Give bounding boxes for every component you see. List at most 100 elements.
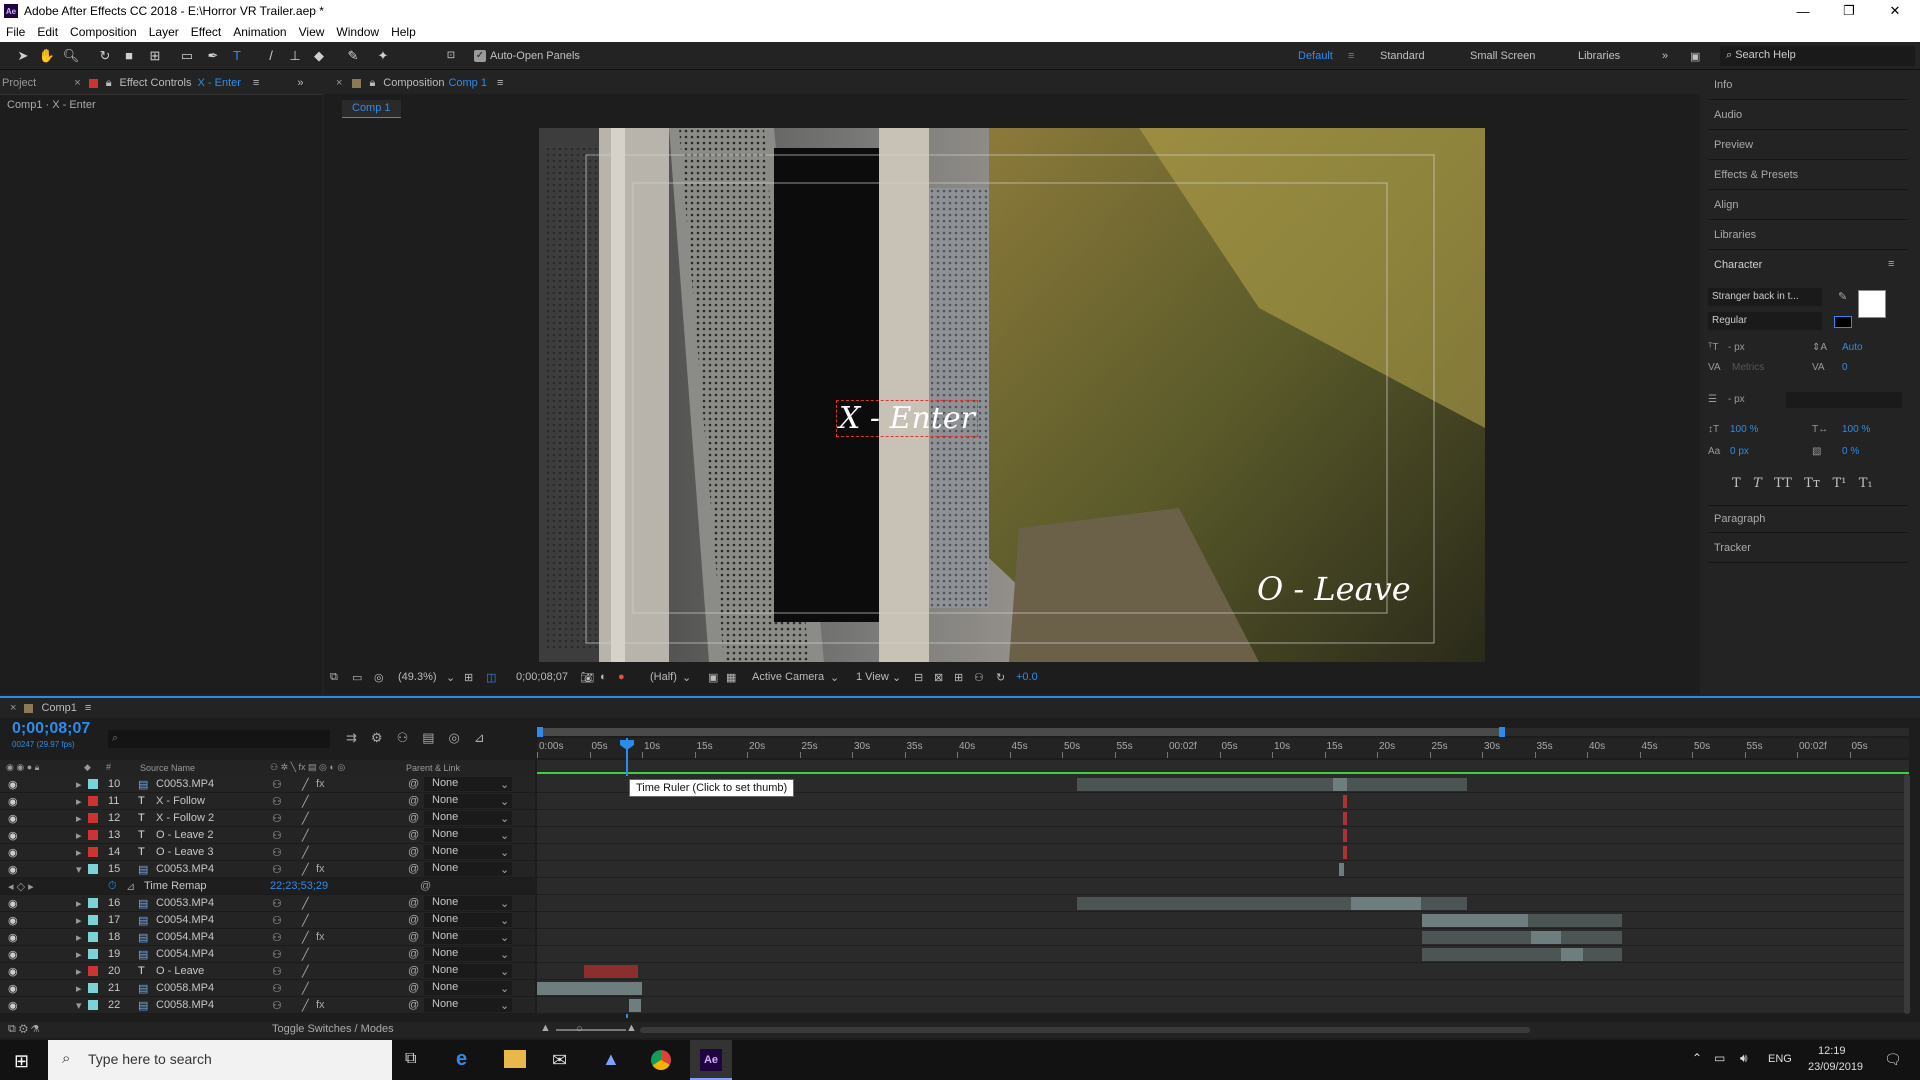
search-help-input[interactable]: ⌕ Search Help	[1720, 46, 1915, 66]
expand-arrow-icon[interactable]: ▸	[76, 795, 82, 808]
layer-row[interactable]: ◉ ▸ 10 ▤ C0053.MP4 ⚇ ╱ fx @ None ⌄	[0, 776, 535, 793]
quality-switch-icon[interactable]: ╱	[302, 812, 309, 825]
timeline-horizontal-scrollbar[interactable]	[640, 1027, 1530, 1033]
quality-switch-icon[interactable]: ╱	[302, 846, 309, 859]
kerning-value[interactable]: Metrics	[1732, 362, 1764, 373]
effect-switch-icon[interactable]: fx	[316, 778, 325, 790]
language-indicator[interactable]: ENG	[1768, 1053, 1792, 1065]
shy-switch-icon[interactable]: ⚇	[272, 982, 282, 995]
layer-name[interactable]: C0053.MP4	[156, 778, 214, 790]
chevron-down-icon[interactable]: ⌄	[500, 931, 509, 944]
chevron-down-icon[interactable]: ⌄	[892, 671, 901, 684]
chevron-down-icon[interactable]: ⌄	[500, 999, 509, 1012]
fast-previews-icon[interactable]: ⊠	[934, 671, 943, 684]
label-color-swatch[interactable]	[88, 864, 98, 874]
layer-row[interactable]: ◉ ▸ 17 ▤ C0054.MP4 ⚇ ╱ @ None ⌄	[0, 912, 535, 929]
zoom-tool-icon[interactable]: 🔍︎	[62, 47, 80, 65]
mail-icon[interactable]: ✉	[552, 1050, 567, 1071]
layer-name[interactable]: O - Leave 2	[156, 829, 213, 841]
pickwhip-icon[interactable]: @	[408, 812, 419, 824]
parent-dropdown[interactable]: None	[424, 964, 512, 978]
chrome-icon[interactable]	[651, 1050, 671, 1070]
effect-switch-icon[interactable]: fx	[316, 999, 325, 1011]
quality-switch-icon[interactable]: ╱	[302, 778, 309, 791]
track-row[interactable]	[537, 844, 1909, 861]
chevron-down-icon[interactable]: ⌄	[500, 846, 509, 859]
shy-switch-icon[interactable]: ⚇	[272, 846, 282, 859]
workspace-standard[interactable]: Standard	[1380, 50, 1425, 62]
visibility-eye-icon[interactable]: ◉	[8, 931, 18, 944]
faux-italic-button[interactable]: T	[1753, 476, 1762, 491]
expand-arrow-icon[interactable]: ▸	[76, 897, 82, 910]
layer-row[interactable]: ◉ ▸ 18 ▤ C0054.MP4 ⚇ ╱ fx @ None ⌄	[0, 929, 535, 946]
resolution-dropdown[interactable]: (Half)	[650, 671, 677, 683]
track-row[interactable]	[537, 895, 1909, 912]
chevron-down-icon[interactable]: ⌄	[500, 948, 509, 961]
visibility-eye-icon[interactable]: ◉	[8, 863, 18, 876]
label-color-swatch[interactable]	[88, 1000, 98, 1010]
parent-dropdown[interactable]: None	[424, 845, 512, 859]
layer-row[interactable]: ◉ ▾ 15 ▤ C0053.MP4 ⚇ ╱ fx @ None ⌄	[0, 861, 535, 878]
close-button[interactable]: ✕	[1872, 0, 1918, 22]
layer-row[interactable]: ◉ ▾ 22 ▤ C0058.MP4 ⚇ ╱ fx @ None ⌄	[0, 997, 535, 1014]
quality-switch-icon[interactable]: ╱	[302, 863, 309, 876]
graph-editor-icon[interactable]: ⊿	[474, 730, 499, 745]
shy-switch-icon[interactable]: ⚇	[272, 914, 282, 927]
time-ruler[interactable]: 0:00s 05s 10s 15s 20s 25s 30s 35s 40s 45s 50s 55s 00…	[537, 738, 1909, 758]
lock-icon[interactable]: 🔒︎	[369, 77, 375, 90]
layer-bar[interactable]	[1422, 914, 1528, 927]
layer-bar[interactable]	[1333, 778, 1347, 791]
minimize-button[interactable]: —	[1780, 0, 1826, 22]
chevron-down-icon[interactable]: ⌄	[830, 671, 839, 684]
parent-link-header[interactable]: Parent & Link	[406, 763, 460, 773]
pickwhip-icon[interactable]: @	[408, 982, 419, 994]
expand-arrow-icon[interactable]: ▸	[76, 931, 82, 944]
puppet-tool-icon[interactable]: ✦	[374, 47, 392, 65]
graph-icon[interactable]: ⊿	[126, 880, 135, 893]
stopwatch-icon[interactable]: ⏱	[108, 880, 117, 893]
label-color-swatch[interactable]	[88, 932, 98, 942]
eraser-tool-icon[interactable]: ◆	[310, 47, 328, 65]
layer-bar[interactable]	[537, 982, 642, 995]
quality-switch-icon[interactable]: ╱	[302, 965, 309, 978]
panel-menu-icon[interactable]: ≡	[1888, 258, 1894, 270]
chevron-down-icon[interactable]: ⌄	[500, 982, 509, 995]
file-explorer-icon[interactable]	[504, 1050, 526, 1068]
tab-project[interactable]: Project	[2, 77, 36, 89]
label-color-swatch[interactable]	[88, 983, 98, 993]
shy-layers-icon[interactable]: ⚇	[397, 730, 423, 745]
quality-switch-icon[interactable]: ╱	[302, 999, 309, 1012]
clone-stamp-tool-icon[interactable]: ⊥	[286, 47, 304, 65]
track-row[interactable]	[537, 963, 1909, 980]
current-time[interactable]: 0;00;08;07	[516, 671, 568, 683]
visibility-eye-icon[interactable]: ◉	[8, 948, 18, 961]
visibility-eye-icon[interactable]: ◉	[8, 829, 18, 842]
snapshot-icon[interactable]: 📷︎	[580, 671, 594, 684]
panel-libraries[interactable]: Libraries	[1708, 222, 1908, 250]
layer-name[interactable]: X - Follow	[156, 795, 205, 807]
layer-row[interactable]: ◉ ▸ 12 T X - Follow 2 ⚇ ╱ @ None ⌄	[0, 810, 535, 827]
stroke-width-value[interactable]: - px	[1728, 394, 1745, 405]
chevron-down-icon[interactable]: ⌄	[682, 671, 691, 684]
expand-arrow-icon[interactable]: ▸	[76, 914, 82, 927]
layer-bar[interactable]	[1351, 897, 1421, 910]
quality-switch-icon[interactable]: ╱	[302, 914, 309, 927]
pan-behind-tool-icon[interactable]: ⊞	[146, 47, 164, 65]
quality-switch-icon[interactable]: ╱	[302, 931, 309, 944]
shy-switch-icon[interactable]: ⚇	[272, 999, 282, 1012]
expand-arrow-icon[interactable]: ▾	[76, 863, 82, 876]
visibility-eye-icon[interactable]: ◉	[8, 795, 18, 808]
close-tab-icon[interactable]: ×	[336, 77, 342, 89]
tracking-value[interactable]: 0	[1842, 362, 1848, 373]
panel-menu-icon[interactable]: ≡	[253, 77, 259, 89]
parent-dropdown[interactable]: None	[424, 794, 512, 808]
panel-effects-presets[interactable]: Effects & Presets	[1708, 162, 1908, 190]
all-caps-button[interactable]: TT	[1774, 476, 1792, 491]
grid-icon[interactable]: ⊞	[464, 671, 473, 684]
layer-row[interactable]: ◉ ▸ 16 ▤ C0053.MP4 ⚇ ╱ @ None ⌄	[0, 895, 535, 912]
panel-info[interactable]: Info	[1708, 72, 1908, 100]
workspace-default[interactable]: Default	[1298, 50, 1333, 62]
pickwhip-icon[interactable]: @	[408, 863, 419, 875]
layer-bar[interactable]	[1422, 931, 1622, 944]
chevron-down-icon[interactable]: ⌄	[500, 897, 509, 910]
